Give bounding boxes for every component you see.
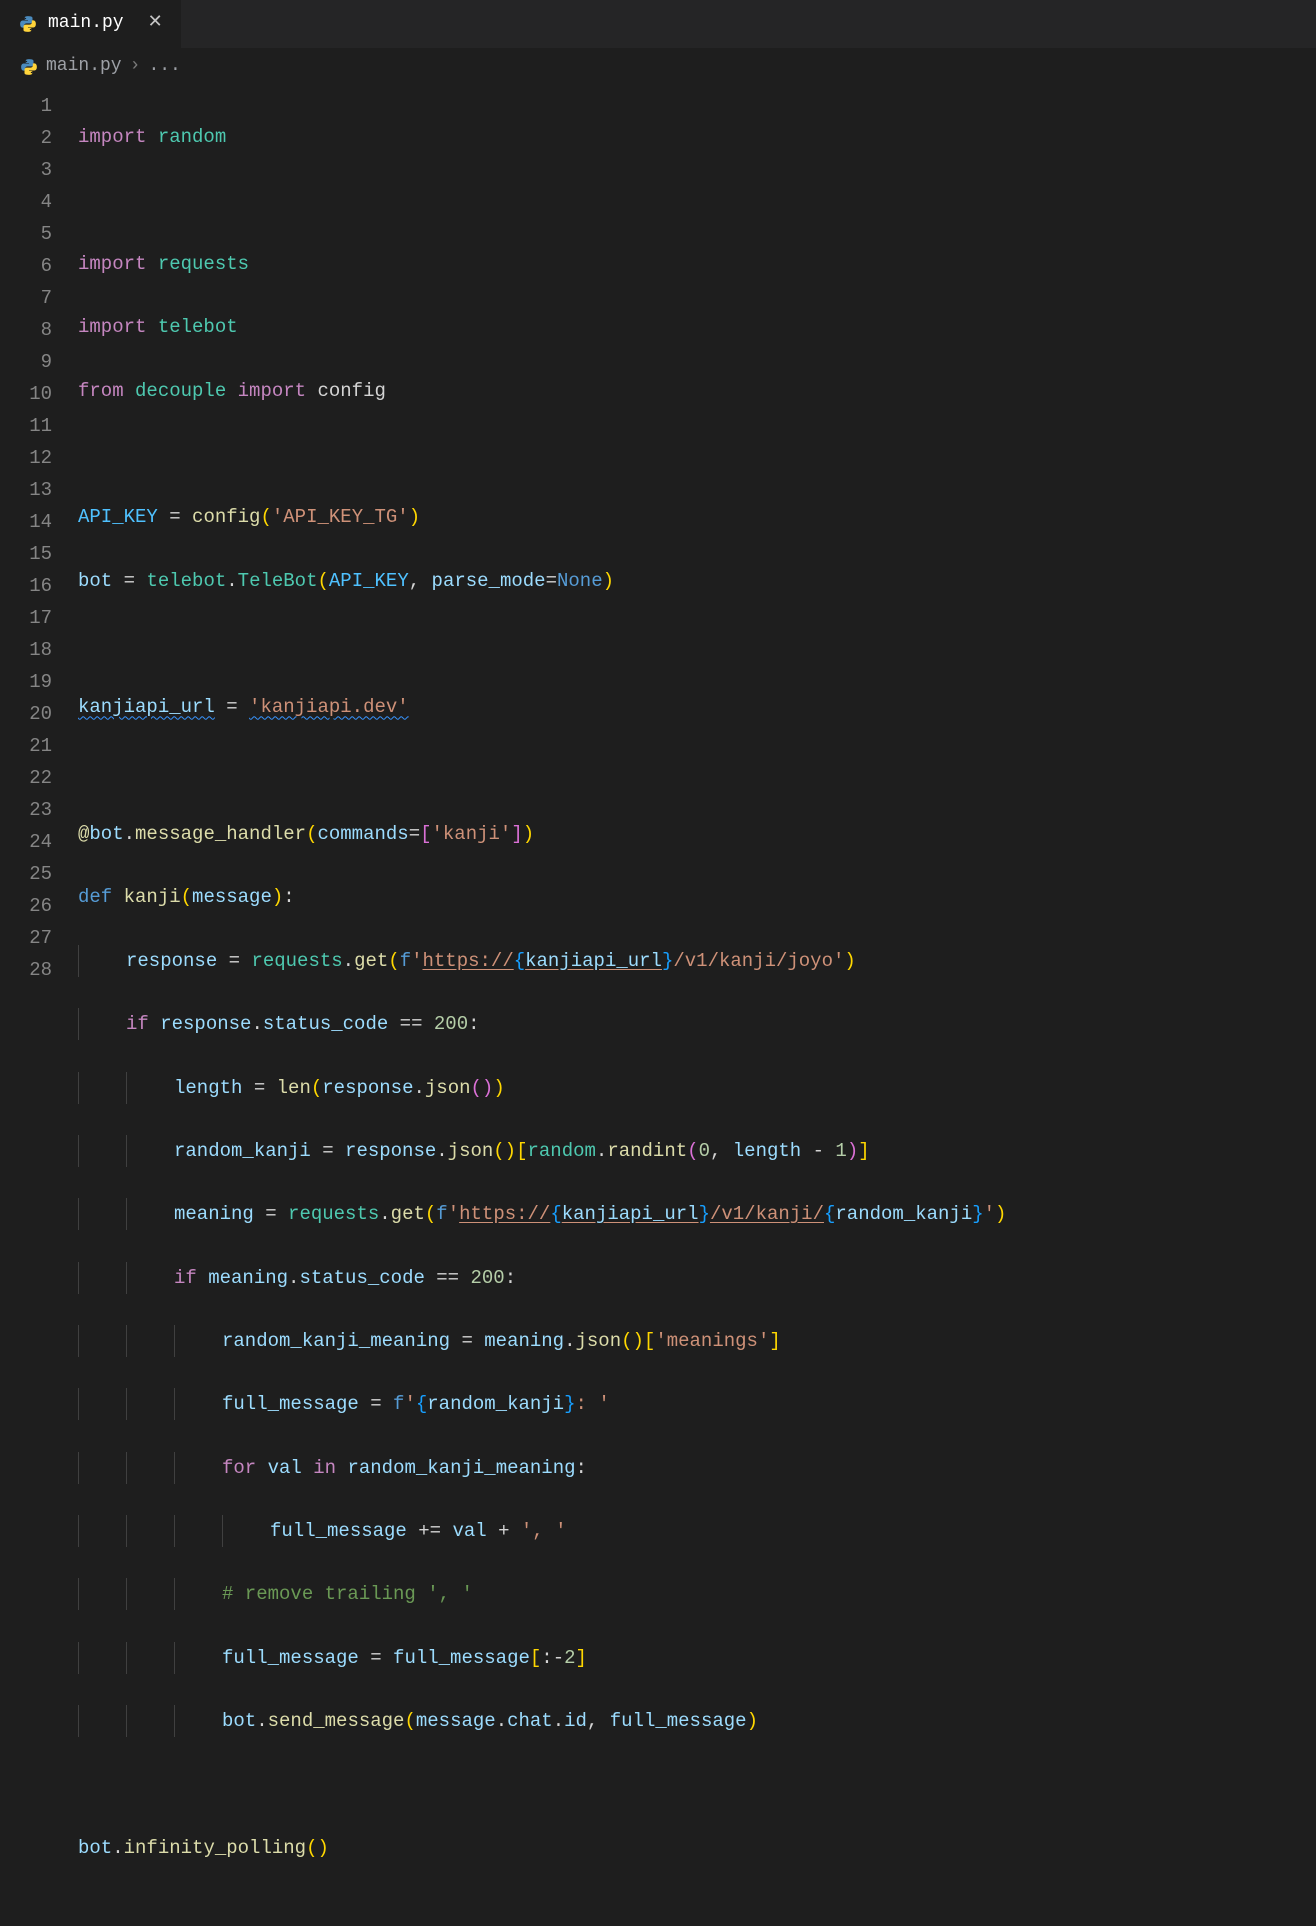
line-number: 24: [0, 826, 52, 858]
code-line[interactable]: import random: [78, 121, 1316, 153]
line-number-gutter: 1 2 3 4 5 6 7 8 9 10 11 12 13 14 15 16 1…: [0, 90, 78, 1926]
chevron-right-icon: ›: [130, 52, 141, 82]
breadcrumb-file-label: main.py: [46, 52, 122, 82]
editor[interactable]: 1 2 3 4 5 6 7 8 9 10 11 12 13 14 15 16 1…: [0, 86, 1316, 1926]
tab-filename: main.py: [48, 9, 124, 39]
code-line[interactable]: random_kanji_meaning = meaning.json()['m…: [78, 1325, 1316, 1357]
code-line[interactable]: kanjiapi_url = 'kanjiapi.dev': [78, 691, 1316, 723]
line-number: 19: [0, 666, 52, 698]
code-line[interactable]: [78, 185, 1316, 217]
code-area[interactable]: import random import requests import tel…: [78, 90, 1316, 1926]
line-number: 6: [0, 250, 52, 282]
line-number: 4: [0, 186, 52, 218]
line-number: 10: [0, 378, 52, 410]
code-line[interactable]: bot.infinity_polling(): [78, 1832, 1316, 1864]
code-line[interactable]: if meaning.status_code == 200:: [78, 1262, 1316, 1294]
line-number: 22: [0, 762, 52, 794]
code-line[interactable]: from decouple import config: [78, 375, 1316, 407]
line-number: 17: [0, 602, 52, 634]
code-line[interactable]: full_message = full_message[:-2]: [78, 1642, 1316, 1674]
line-number: 14: [0, 506, 52, 538]
line-number: 23: [0, 794, 52, 826]
line-number: 27: [0, 922, 52, 954]
code-line[interactable]: full_message += val + ', ': [78, 1515, 1316, 1547]
code-line[interactable]: [78, 438, 1316, 470]
line-number: 28: [0, 954, 52, 986]
code-line[interactable]: length = len(response.json()): [78, 1072, 1316, 1104]
line-number: 12: [0, 442, 52, 474]
line-number: 16: [0, 570, 52, 602]
code-line[interactable]: if response.status_code == 200:: [78, 1008, 1316, 1040]
line-number: 3: [0, 154, 52, 186]
code-line[interactable]: @bot.message_handler(commands=['kanji']): [78, 818, 1316, 850]
line-number: 21: [0, 730, 52, 762]
code-line[interactable]: bot.send_message(message.chat.id, full_m…: [78, 1705, 1316, 1737]
line-number: 5: [0, 218, 52, 250]
code-line[interactable]: full_message = f'{random_kanji}: ': [78, 1388, 1316, 1420]
code-line[interactable]: def kanji(message):: [78, 881, 1316, 913]
line-number: 9: [0, 346, 52, 378]
code-line[interactable]: response = requests.get(f'https://{kanji…: [78, 945, 1316, 977]
python-icon: [18, 14, 38, 34]
line-number: 20: [0, 698, 52, 730]
breadcrumb-file[interactable]: main.py: [20, 52, 122, 82]
tab-bar: main.py ✕: [0, 0, 1316, 48]
code-line[interactable]: for val in random_kanji_meaning:: [78, 1452, 1316, 1484]
code-line[interactable]: meaning = requests.get(f'https://{kanjia…: [78, 1198, 1316, 1230]
line-number: 26: [0, 890, 52, 922]
tab-main-py[interactable]: main.py ✕: [0, 0, 182, 48]
close-icon[interactable]: ✕: [148, 9, 163, 39]
code-line[interactable]: [78, 1768, 1316, 1800]
code-line[interactable]: [78, 755, 1316, 787]
breadcrumb: main.py › ...: [0, 48, 1316, 86]
code-line[interactable]: random_kanji = response.json()[random.ra…: [78, 1135, 1316, 1167]
code-line[interactable]: import requests: [78, 248, 1316, 280]
line-number: 15: [0, 538, 52, 570]
code-line[interactable]: API_KEY = config('API_KEY_TG'): [78, 501, 1316, 533]
line-number: 7: [0, 282, 52, 314]
line-number: 1: [0, 90, 52, 122]
breadcrumb-more[interactable]: ...: [148, 52, 180, 82]
code-line[interactable]: [78, 628, 1316, 660]
line-number: 2: [0, 122, 52, 154]
line-number: 11: [0, 410, 52, 442]
code-line[interactable]: # remove trailing ', ': [78, 1578, 1316, 1610]
code-line[interactable]: bot = telebot.TeleBot(API_KEY, parse_mod…: [78, 565, 1316, 597]
line-number: 25: [0, 858, 52, 890]
line-number: 13: [0, 474, 52, 506]
code-line[interactable]: import telebot: [78, 311, 1316, 343]
line-number: 18: [0, 634, 52, 666]
line-number: 8: [0, 314, 52, 346]
